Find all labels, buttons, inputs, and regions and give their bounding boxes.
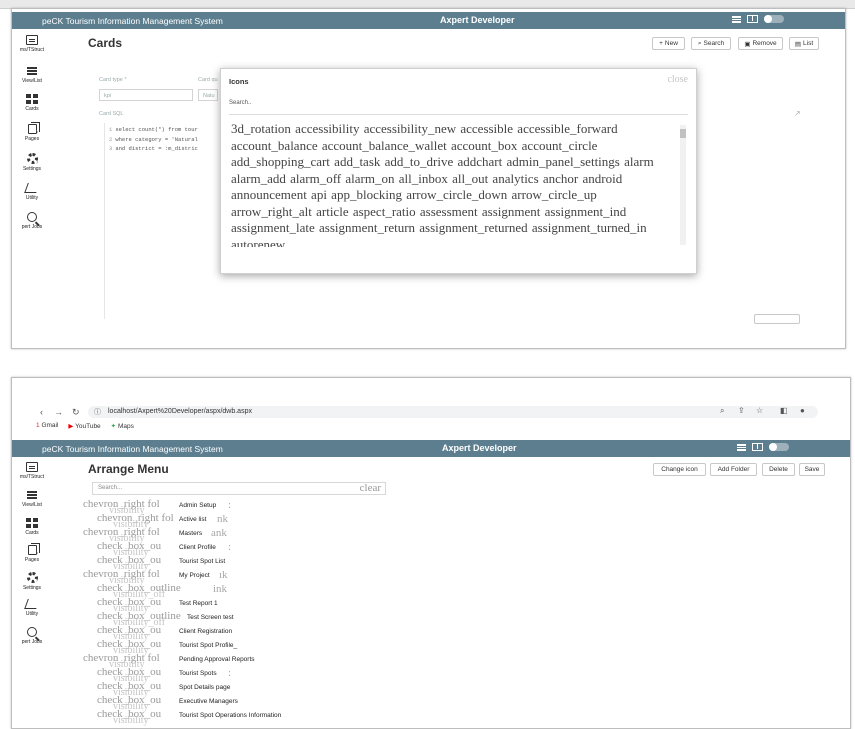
search-jobs-icon (27, 212, 37, 222)
book-icon[interactable] (747, 15, 758, 23)
sidebar-item-pages[interactable]: Pages (12, 543, 52, 563)
modal-title: Icons (229, 77, 249, 86)
app-title: peCK Tourism Information Management Syst… (42, 16, 223, 26)
visibility-icon[interactable]: visibility (113, 715, 149, 726)
card-sql-label: Card SQL (99, 111, 124, 117)
sidebar-item-tstruct[interactable]: ms/TStruct (12, 462, 52, 480)
sidepanel-icon[interactable]: ◧ (780, 406, 788, 415)
app-header: peCK Tourism Information Management Syst… (12, 12, 845, 29)
editor-gutter (104, 123, 105, 319)
list-icon (26, 66, 38, 76)
bookmark-youtube[interactable]: ▶ YouTube (68, 422, 100, 430)
utility-icon (24, 183, 40, 193)
sidebar-item-jobs[interactable]: pert Jobs (12, 212, 52, 230)
bookmarks-bar: 1 Gmail ▶ YouTube ✦ Maps (36, 422, 134, 430)
app-title: peCK Tourism Information Management Syst… (42, 444, 223, 454)
sql-line: 1 select count(*) from tour (109, 126, 198, 133)
icon-list-scrollbar[interactable] (680, 125, 686, 245)
utility-icon (24, 599, 40, 609)
book-icon[interactable] (752, 443, 763, 451)
sidebar-item-utility[interactable]: Utility (12, 183, 52, 201)
theme-toggle-icon[interactable] (764, 15, 784, 23)
sql-line: 2 where category = 'Natural (109, 135, 198, 143)
sidebar-item-pages[interactable]: Pages (12, 122, 52, 142)
card-type-field[interactable]: kpi (99, 89, 193, 101)
external-link-icon[interactable]: ↗ (794, 109, 801, 118)
bookmark-gmail[interactable]: 1 Gmail (36, 422, 58, 430)
modal-close-button[interactable]: close (667, 74, 688, 85)
chevron-right-icon[interactable]: › (36, 577, 38, 584)
icons-modal: Icons close Search.. 3d_rotation accessi… (220, 68, 697, 274)
sidebar-item-viewlist[interactable]: View/List (12, 490, 52, 508)
sidebar-item-viewlist[interactable]: View/List (12, 66, 52, 84)
search-jobs-icon (27, 627, 37, 637)
youtube-icon: ▶ (68, 423, 74, 430)
sql-editor[interactable]: 1 select count(*) from tour 2 where catego… (109, 125, 198, 154)
page-title: Cards (88, 36, 123, 50)
icon-search-input[interactable]: Search.. (229, 100, 688, 115)
menu-icon[interactable] (737, 443, 746, 451)
document-icon: ▤ (794, 40, 802, 48)
list-button[interactable]: ▤ List (789, 37, 819, 50)
app-header: peCK Tourism Information Management Syst… (12, 440, 850, 457)
browser-bar: ‹ → ↻ ⓘ localhost/Axpert%20Developer/asp… (12, 405, 850, 438)
share-icon[interactable]: ⇪ (738, 406, 745, 415)
new-button[interactable]: + New (652, 37, 685, 50)
plus-icon: + (659, 40, 663, 47)
sidebar-item-cards[interactable]: Cards (12, 94, 52, 112)
list-icon (26, 490, 38, 500)
theme-toggle-icon[interactable] (769, 443, 789, 451)
top-screenshot-panel: peCK Tourism Information Management Syst… (11, 8, 846, 349)
icon-list[interactable]: 3d_rotation accessibility accessibility_… (231, 121, 675, 247)
delete-button[interactable]: Delete (762, 463, 795, 476)
address-text: localhost/Axpert%20Developer/aspx/dwb.as… (108, 408, 252, 415)
sidebar-item-settings[interactable]: Settings (12, 153, 52, 172)
sidebar-item-cards[interactable]: Cards (12, 518, 52, 536)
address-field[interactable]: ⓘ localhost/Axpert%20Developer/aspx/dwb.… (88, 406, 818, 418)
sidebar-item-jobs[interactable]: pert Jobs (12, 627, 52, 645)
search-icon: ⌕ (697, 39, 702, 47)
bookmark-maps[interactable]: ✦ Maps (111, 422, 134, 430)
card-query-label: Card qu (198, 77, 218, 83)
reload-icon[interactable]: ↻ (72, 407, 80, 418)
sidebar-item-tstruct[interactable]: ms/TStruct (12, 35, 52, 53)
brand-title: Axpert Developer (442, 443, 517, 453)
card-query-field[interactable]: Natu (198, 89, 218, 101)
save-button[interactable]: Save (799, 463, 825, 476)
bottom-right-button[interactable] (754, 314, 800, 324)
menu-icon[interactable] (732, 15, 741, 23)
sidebar-item-utility[interactable]: Utility (12, 599, 52, 617)
chevron-right-icon[interactable]: › (36, 550, 38, 557)
brand-title: Axpert Developer (440, 15, 515, 25)
trash-icon: ▣ (744, 40, 751, 48)
add-folder-button[interactable]: Add Folder (710, 463, 757, 476)
search-clear-button[interactable]: clear (360, 482, 381, 494)
info-icon: ⓘ (94, 409, 101, 416)
search-button[interactable]: ⌕ Search (691, 37, 731, 50)
remove-button[interactable]: ▣ Remove (738, 37, 783, 50)
chevron-right-icon[interactable]: › (36, 129, 38, 136)
struct-icon (26, 35, 38, 45)
sidebar-item-settings[interactable]: Settings (12, 572, 52, 591)
profile-icon[interactable]: ● (800, 406, 805, 415)
bottom-screenshot-panel: ‹ → ↻ ⓘ localhost/Axpert%20Developer/asp… (11, 377, 851, 729)
chevron-right-icon[interactable]: › (36, 159, 38, 166)
change-icon-button[interactable]: Change icon (653, 463, 706, 476)
back-icon[interactable]: ‹ (40, 407, 43, 417)
menu-search-input[interactable]: Search... clear (92, 482, 386, 495)
sql-line: 3 and district = :m_distric (109, 145, 198, 152)
cards-icon (26, 518, 38, 528)
star-icon[interactable]: ☆ (756, 406, 763, 415)
gmail-icon: 1 (36, 422, 40, 429)
page-title: Arrange Menu (88, 462, 169, 476)
card-type-label: Card type * (99, 77, 127, 83)
scrollbar-thumb[interactable] (680, 129, 686, 138)
cards-icon (26, 94, 38, 104)
forward-icon[interactable]: → (54, 407, 63, 417)
maps-icon: ✦ (110, 423, 117, 430)
search-placeholder: Search... (98, 485, 123, 491)
zoom-icon[interactable]: ⌕ (720, 406, 724, 416)
struct-icon (26, 462, 38, 472)
